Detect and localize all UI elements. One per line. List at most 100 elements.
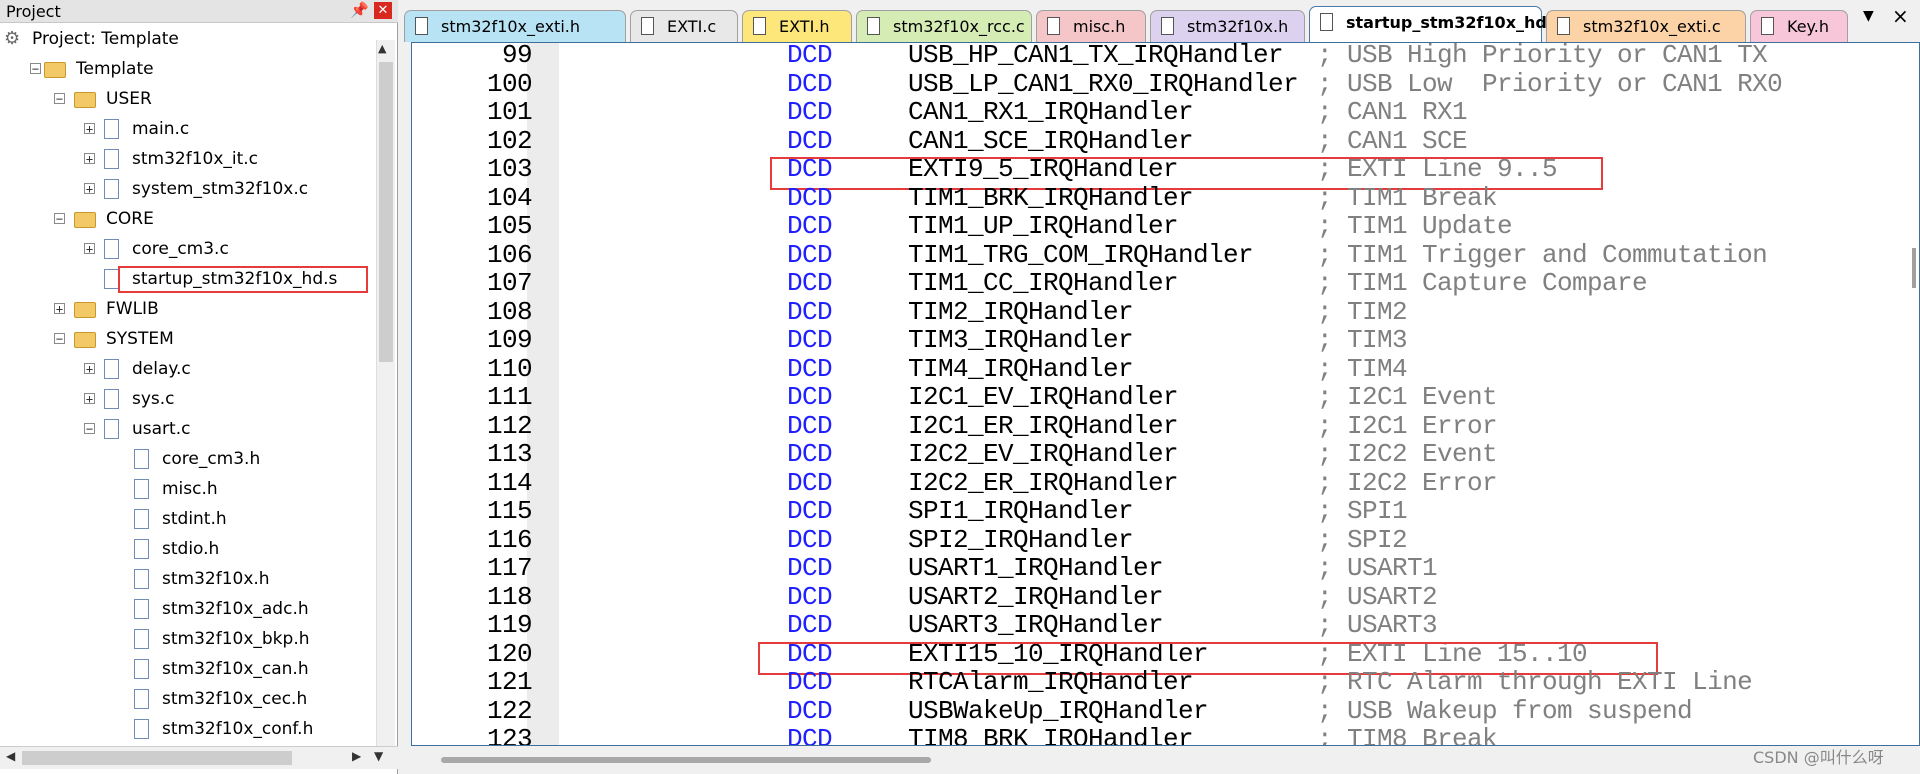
code-line[interactable]: 99 DCD USB_HP_CAN1_TX_IRQHandler ; USB High… [412, 43, 1912, 70]
tree-item[interactable]: stm32f10x_cec.h [0, 684, 376, 714]
code-line[interactable]: 105 DCD TIM1_UP_IRQHandler ; TIM1 Update [412, 212, 1912, 241]
scroll-right-icon[interactable]: ▶ [352, 749, 361, 763]
code-line[interactable]: 118 DCD USART2_IRQHandler ; USART2 [412, 581, 1912, 612]
tree-item[interactable]: ⚙ Project: Template [0, 24, 376, 54]
tree-item-label: core_cm3.c [132, 239, 229, 259]
expand-icon[interactable]: + [84, 363, 95, 375]
line-number: 111 [486, 382, 533, 412]
project-tree-vertical-scrollbar[interactable]: ▲ [376, 40, 395, 746]
editor-horizontal-scrollbar[interactable] [441, 757, 931, 763]
collapse-icon[interactable]: − [84, 423, 95, 435]
line-number: 120 [486, 638, 533, 669]
tab-stm32f10x-exti-c[interactable]: stm32f10x_exti.c [1546, 10, 1746, 42]
expand-icon[interactable]: + [54, 303, 65, 315]
tab-label: stm32f10x_rcc.c [893, 17, 1025, 36]
tab-exti-h[interactable]: EXTI.h [742, 10, 852, 42]
code-editor[interactable]: 99 DCD USB_HP_CAN1_TX_IRQHandler ; USB High… [411, 42, 1920, 746]
tree-item-label: stm32f10x_conf.h [162, 719, 314, 739]
tree-item[interactable]: stm32f10x.h [0, 564, 376, 594]
tree-item[interactable]: + delay.c [0, 354, 376, 384]
expand-icon[interactable]: + [84, 183, 95, 195]
file-icon [104, 359, 119, 379]
tree-item[interactable]: − usart.c [0, 414, 376, 444]
code-line[interactable]: 110 DCD TIM4_IRQHandler ; TIM4 [412, 354, 1912, 384]
collapse-icon[interactable]: − [54, 333, 65, 345]
code-line[interactable]: 122 DCD USBWakeUp_IRQHandler ; USB Wakeup f… [412, 696, 1912, 726]
tree-item[interactable]: stm32f10x_bkp.h [0, 624, 376, 654]
collapse-icon[interactable]: − [54, 93, 65, 105]
scrollbar-thumb[interactable] [22, 751, 292, 765]
project-tree-horizontal-scrollbar[interactable]: ◀ ▶ ▼ [0, 746, 398, 769]
code-line[interactable]: 100 DCD USB_LP_CAN1_RX0_IRQHandler ; USB Lo… [412, 69, 1912, 99]
tree-item[interactable]: core_cm3.h [0, 444, 376, 474]
code-line[interactable]: 104 DCD TIM1_BRK_IRQHandler ; TIM1 Break [412, 182, 1912, 213]
tab-stm32f10x-exti-h[interactable]: stm32f10x_exti.h [404, 10, 626, 42]
tree-item[interactable]: misc.h [0, 474, 376, 504]
tab-key-h[interactable]: Key.h [1750, 10, 1848, 42]
tree-item[interactable]: startup_stm32f10x_hd.s [0, 264, 376, 294]
code-line[interactable]: 123 DCD TIM8_BRK_IRQHandler ; TIM8 Break [412, 725, 1912, 746]
code-line[interactable]: 107 DCD TIM1_CC_IRQHandler ; TIM1 Capture C… [412, 269, 1912, 298]
scrollbar-thumb[interactable] [379, 62, 393, 362]
code-line[interactable]: 116 DCD SPI2_IRQHandler ; SPI2 [412, 525, 1912, 555]
tree-item[interactable]: + main.c [0, 114, 376, 144]
expand-icon[interactable]: + [84, 393, 95, 405]
tree-item-label: system_stm32f10x.c [132, 179, 309, 199]
scroll-up-icon[interactable]: ▲ [378, 42, 386, 55]
tree-item[interactable]: stm32f10x_conf.h [0, 714, 376, 744]
directive-keyword: DCD [787, 724, 833, 746]
code-line[interactable]: 106 DCD TIM1_TRG_COM_IRQHandler ; TIM1 Trig… [412, 240, 1912, 270]
close-tab-icon[interactable]: × [1892, 4, 1909, 28]
collapse-icon[interactable]: − [54, 213, 65, 225]
line-number: 108 [486, 296, 533, 327]
code-line[interactable]: 102 DCD CAN1_SCE_IRQHandler ; CAN1 SCE [412, 126, 1912, 156]
tree-item[interactable]: stdio.h [0, 534, 376, 564]
folder-icon [74, 212, 96, 228]
tab-list-dropdown-icon[interactable]: ▼ [1863, 8, 1874, 24]
tab-startup-stm32f10x-hd-s[interactable]: startup_stm32f10x_hd.s [1309, 6, 1562, 42]
tree-item[interactable]: + FWLIB [0, 294, 376, 324]
scroll-left-icon[interactable]: ◀ [6, 749, 15, 763]
code-line[interactable]: 117 DCD USART1_IRQHandler ; USART1 [412, 554, 1912, 583]
tree-item[interactable]: − Template [0, 54, 376, 84]
code-line[interactable]: 101 DCD CAN1_RX1_IRQHandler ; CAN1 RX1 [412, 98, 1912, 127]
tab-exti-c[interactable]: EXTI.c [630, 10, 738, 42]
folder-icon [74, 302, 96, 318]
code-line[interactable]: 119 DCD USART3_IRQHandler ; USART3 [412, 611, 1912, 640]
expand-icon[interactable]: + [84, 153, 95, 165]
code-line[interactable]: 112 DCD I2C1_ER_IRQHandler ; I2C1 Error [412, 411, 1912, 441]
tree-item[interactable]: stm32f10x_adc.h [0, 594, 376, 624]
tree-item[interactable]: + sys.c [0, 384, 376, 414]
tree-item[interactable]: stdint.h [0, 504, 376, 534]
handler-name: USART2_IRQHandler [908, 581, 1164, 612]
collapse-icon[interactable]: − [30, 63, 41, 75]
editor-scrollbar-thumb[interactable] [1912, 248, 1916, 288]
file-icon [134, 629, 149, 649]
tree-item[interactable]: + system_stm32f10x.c [0, 174, 376, 204]
expand-icon[interactable]: + [84, 123, 95, 135]
expand-icon[interactable]: + [84, 243, 95, 255]
pin-icon[interactable]: 📌 [350, 1, 369, 19]
file-icon [134, 569, 149, 589]
tree-item[interactable]: + core_cm3.c [0, 234, 376, 264]
tab-misc-h[interactable]: misc.h [1036, 10, 1146, 42]
tab-stm32f10x-h[interactable]: stm32f10x.h [1150, 10, 1305, 42]
tree-item[interactable]: + stm32f10x_it.c [0, 144, 376, 174]
tree-item[interactable]: − CORE [0, 204, 376, 234]
handler-name: TIM1_BRK_IRQHandler [908, 182, 1194, 213]
close-icon[interactable]: ✕ [374, 2, 392, 19]
scroll-down-icon[interactable]: ▼ [374, 749, 383, 763]
tree-item[interactable]: stm32f10x_can.h [0, 654, 376, 684]
tree-item[interactable]: − USER [0, 84, 376, 114]
tree-item-label: CORE [106, 209, 154, 229]
tree-item[interactable]: − SYSTEM [0, 324, 376, 354]
file-icon [641, 17, 654, 35]
code-line[interactable]: 114 DCD I2C2_ER_IRQHandler ; I2C2 Error [412, 468, 1912, 498]
code-line[interactable]: 108 DCD TIM2_IRQHandler ; TIM2 [412, 296, 1912, 327]
code-line[interactable]: 115 DCD SPI1_IRQHandler ; SPI1 [412, 497, 1912, 526]
code-line[interactable]: 121 DCD RTCAlarm_IRQHandler ; RTC Alarm thr… [412, 668, 1912, 697]
code-line[interactable]: 109 DCD TIM3_IRQHandler ; TIM3 [412, 326, 1912, 355]
tab-stm32f10x-rcc-c[interactable]: stm32f10x_rcc.c [856, 10, 1032, 42]
code-line[interactable]: 111 DCD I2C1_EV_IRQHandler ; I2C1 Event [412, 383, 1912, 412]
code-line[interactable]: 113 DCD I2C2_EV_IRQHandler ; I2C2 Event [412, 440, 1912, 469]
